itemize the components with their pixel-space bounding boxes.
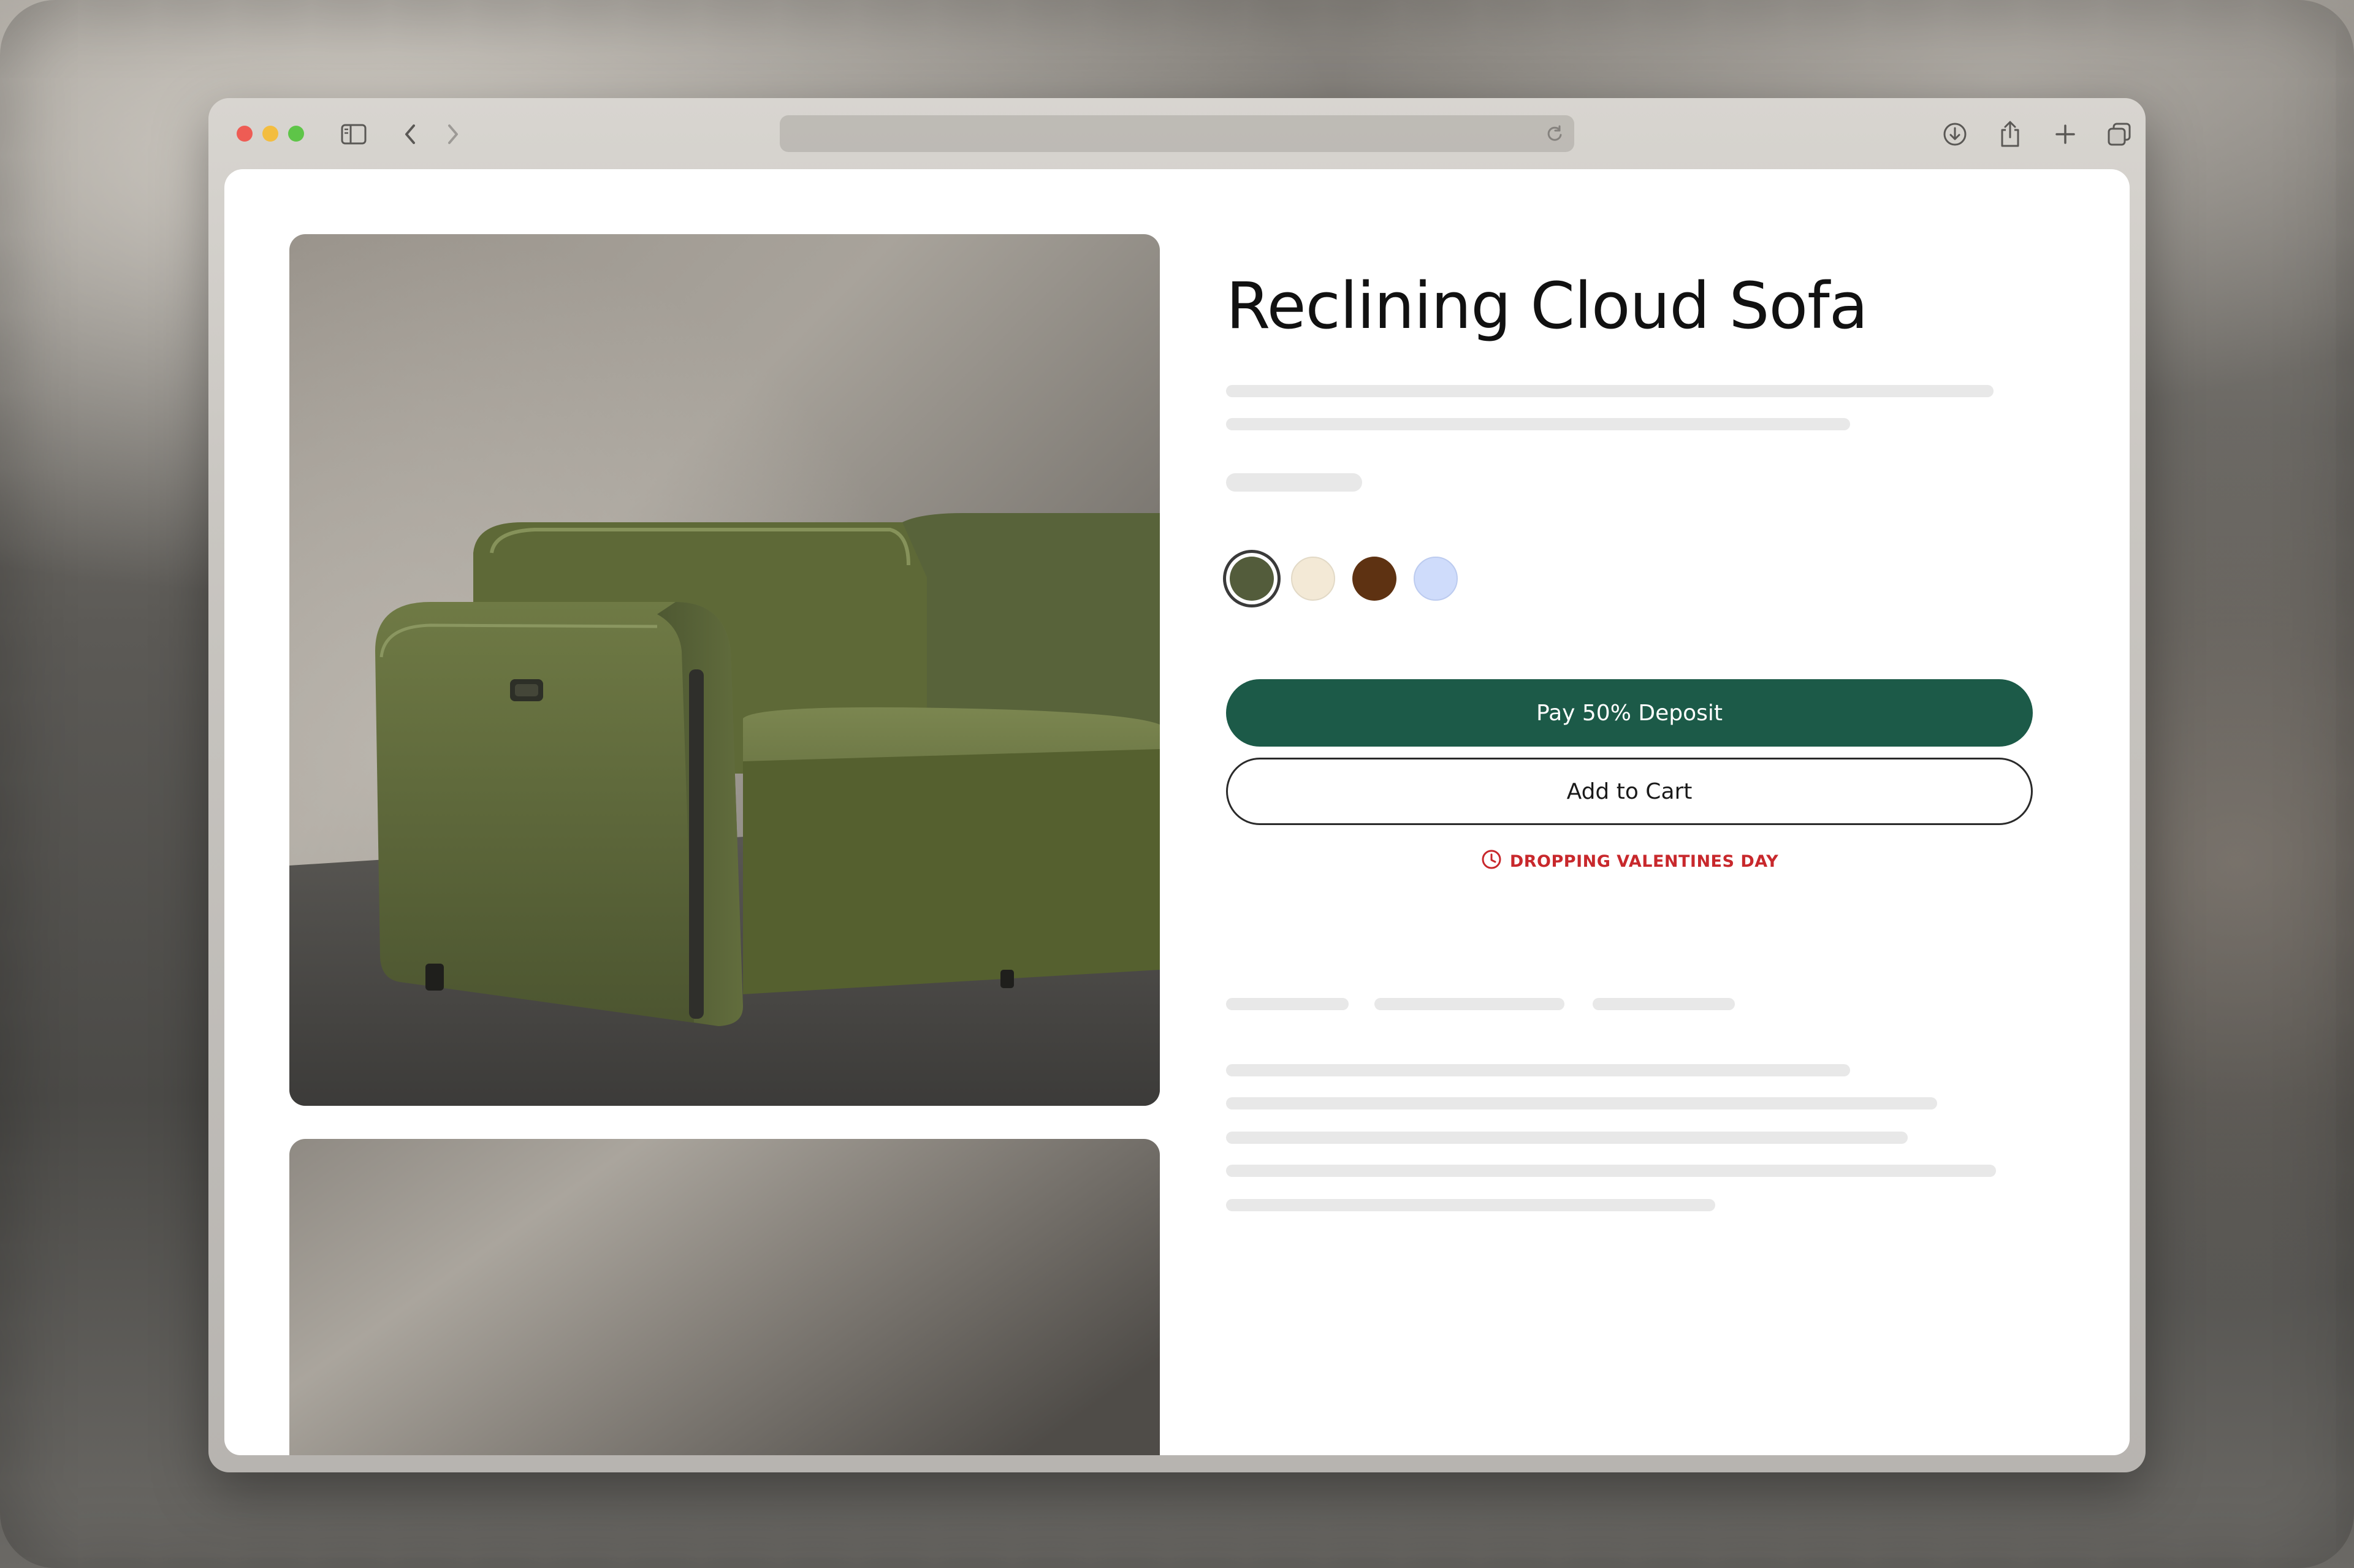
description-skeleton-line — [1226, 418, 1850, 430]
back-icon[interactable] — [396, 120, 424, 148]
tab-skeleton[interactable] — [1374, 998, 1564, 1010]
swatch-periwinkle[interactable] — [1414, 557, 1458, 601]
tabs-overview-icon[interactable] — [2105, 120, 2133, 148]
address-bar[interactable] — [780, 115, 1574, 152]
swatch-olive[interactable] — [1230, 557, 1274, 601]
zoom-window-button[interactable] — [288, 126, 304, 142]
browser-toolbar — [208, 98, 2146, 169]
minimize-window-button[interactable] — [262, 126, 278, 142]
close-window-button[interactable] — [237, 126, 253, 142]
details-skeleton-line — [1226, 1064, 1850, 1076]
pay-deposit-button[interactable]: Pay 50% Deposit — [1226, 679, 2033, 747]
details-skeleton-line — [1226, 1165, 1996, 1177]
product-image-main[interactable] — [289, 234, 1160, 1106]
new-tab-icon[interactable] — [2051, 120, 2079, 148]
add-to-cart-button[interactable]: Add to Cart — [1226, 758, 2033, 825]
details-skeleton-line — [1226, 1132, 1908, 1144]
reload-icon[interactable] — [1545, 124, 1564, 143]
swatch-brown[interactable] — [1352, 557, 1396, 601]
tab-skeleton[interactable] — [1226, 998, 1349, 1010]
share-icon[interactable] — [1996, 120, 2024, 148]
drop-notice-text: DROPPING VALENTINES DAY — [1509, 852, 1779, 871]
product-title: Reclining Cloud Sofa — [1226, 268, 1868, 343]
clock-icon — [1480, 848, 1503, 875]
color-swatches — [1226, 557, 1458, 601]
details-skeleton-line — [1226, 1199, 1715, 1211]
drop-notice: DROPPING VALENTINES DAY — [1226, 848, 2033, 875]
description-skeleton-line — [1226, 385, 1994, 397]
tab-skeleton[interactable] — [1593, 998, 1735, 1010]
download-icon[interactable] — [1941, 120, 1969, 148]
product-image-secondary[interactable] — [289, 1139, 1160, 1455]
swatch-cream[interactable] — [1291, 557, 1335, 601]
browser-window: Reclining Cloud Sofa Pay 50% Deposit Add… — [208, 98, 2146, 1472]
price-skeleton — [1226, 473, 1362, 492]
sidebar-icon[interactable] — [340, 120, 368, 148]
product-page: Reclining Cloud Sofa Pay 50% Deposit Add… — [224, 169, 2130, 1455]
details-skeleton-line — [1226, 1097, 1937, 1109]
forward-icon[interactable] — [439, 120, 467, 148]
